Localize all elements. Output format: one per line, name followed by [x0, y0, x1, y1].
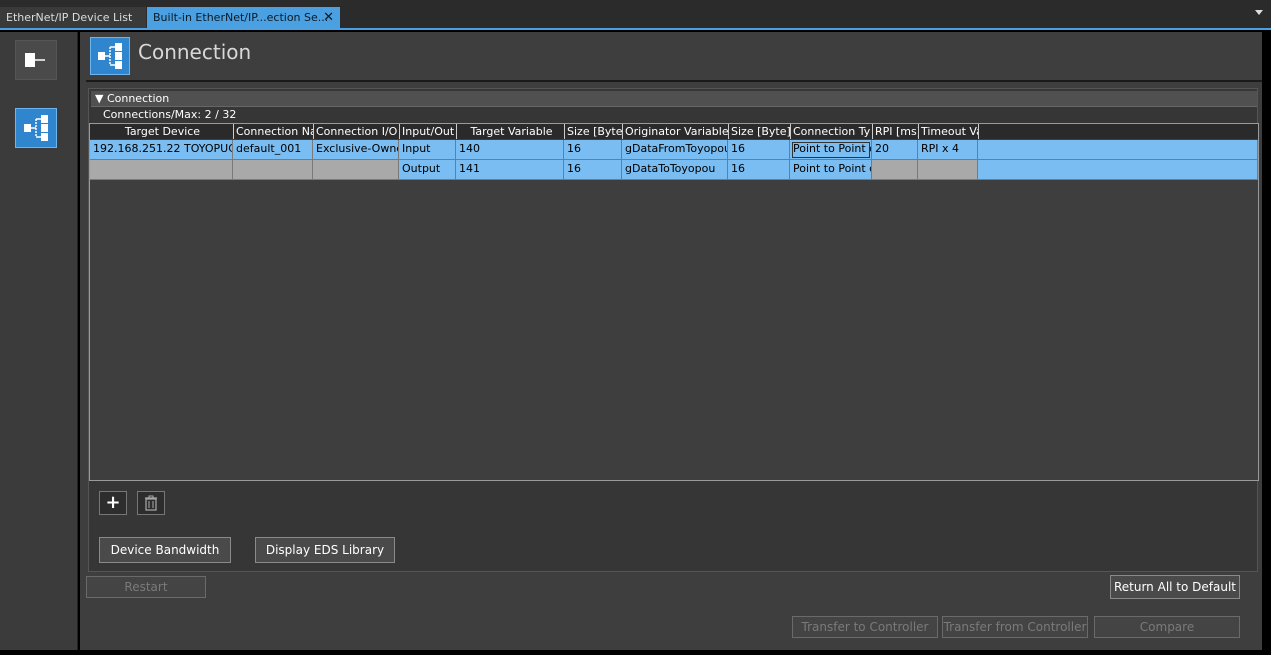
- table-cell[interactable]: 16: [728, 140, 790, 160]
- device-icon: [25, 53, 45, 67]
- tab-label: EtherNet/IP Device List: [6, 11, 133, 24]
- table-cell: [313, 160, 399, 180]
- table-cell[interactable]: 140: [456, 140, 564, 160]
- table-cell[interactable]: Point to Point c: [790, 160, 872, 180]
- column-header[interactable]: Size [Byte]: [728, 124, 790, 139]
- column-header[interactable]: Connection Na: [233, 124, 313, 139]
- add-connection-button[interactable]: +: [99, 491, 127, 515]
- table-cell[interactable]: 20: [872, 140, 918, 160]
- header-divider: [86, 80, 1262, 82]
- column-header[interactable]: Input/Out: [399, 124, 456, 139]
- return-all-to-default-button[interactable]: Return All to Default: [1110, 575, 1240, 599]
- table-cell[interactable]: default_001: [233, 140, 313, 160]
- table-cell[interactable]: gDataToToyopou: [622, 160, 728, 180]
- transfer-to-controller-button[interactable]: Transfer to Controller: [792, 616, 938, 638]
- connection-icon: [24, 115, 48, 141]
- connection-table: Target Device Connection Na Connection I…: [89, 123, 1259, 481]
- column-header[interactable]: Size [Byte]: [564, 124, 622, 139]
- table-cell[interactable]: Output: [399, 160, 456, 180]
- device-bandwidth-button[interactable]: Device Bandwidth: [99, 537, 231, 563]
- table-cell[interactable]: 141: [456, 160, 564, 180]
- column-header[interactable]: Originator Variable: [622, 124, 728, 139]
- tab-ethernet-device-list[interactable]: EtherNet/IP Device List: [0, 7, 146, 28]
- column-header-spacer: [978, 124, 1256, 139]
- connection-count: Connections/Max: 2 / 32: [103, 108, 237, 121]
- restart-button[interactable]: Restart: [86, 576, 206, 598]
- tab-bar: EtherNet/IP Device List Built-in EtherNe…: [0, 0, 1271, 30]
- table-cell[interactable]: Input: [399, 140, 456, 160]
- connection-section: ▼ Connection Connections/Max: 2 / 32 Tar…: [88, 88, 1259, 572]
- section-toggle[interactable]: ▼ Connection: [91, 91, 1257, 107]
- column-header[interactable]: Target Device: [90, 124, 233, 139]
- column-header[interactable]: Timeout Va: [918, 124, 978, 139]
- table-header: Target Device Connection Na Connection I…: [90, 124, 1258, 139]
- table-cell-filler: [978, 140, 1258, 160]
- compare-button[interactable]: Compare: [1094, 616, 1240, 638]
- connection-view-button[interactable]: [15, 108, 57, 148]
- table-cell[interactable]: 192.168.251.22 TOYOPUC-N: [90, 140, 233, 160]
- connection-header-icon: [90, 37, 130, 75]
- table-cell[interactable]: gDataFromToyopou: [622, 140, 728, 160]
- column-header[interactable]: Connection Ty: [790, 124, 872, 139]
- column-header[interactable]: RPI [ms]: [872, 124, 918, 139]
- tab-connection-settings[interactable]: Built-in EtherNet/IP...ection Se... ✕: [147, 7, 340, 28]
- trash-icon: [145, 495, 157, 511]
- plus-icon: +: [105, 492, 121, 513]
- page-title: Connection: [138, 40, 252, 64]
- table-cell: [872, 160, 918, 180]
- table-cell[interactable]: 16: [728, 160, 790, 180]
- close-icon[interactable]: ✕: [323, 7, 334, 28]
- column-header[interactable]: Connection I/O: [313, 124, 399, 139]
- table-cell: [90, 160, 233, 180]
- main-panel: Connection ▼ Connection Connections/Max:…: [80, 32, 1262, 650]
- tab-label: Built-in EtherNet/IP...ection Se...: [153, 11, 329, 24]
- table-cell[interactable]: 16: [564, 160, 622, 180]
- delete-connection-button[interactable]: [137, 491, 165, 515]
- table-row[interactable]: 192.168.251.22 TOYOPUC-N default_001 Exc…: [90, 140, 1258, 160]
- transfer-from-controller-button[interactable]: Transfer from Controller: [942, 616, 1088, 638]
- display-eds-library-button[interactable]: Display EDS Library: [255, 537, 395, 563]
- table-cell: [233, 160, 313, 180]
- device-view-button[interactable]: [15, 40, 57, 80]
- column-header[interactable]: Target Variable: [456, 124, 564, 139]
- left-rail: [0, 32, 78, 650]
- table-cell-filler: [978, 160, 1258, 180]
- table-row[interactable]: Output 141 16 gDataToToyopou 16 Point to…: [90, 160, 1258, 180]
- table-cell: [918, 160, 978, 180]
- table-cell[interactable]: 16: [564, 140, 622, 160]
- table-cell[interactable]: Exclusive-Owner: [313, 140, 399, 160]
- table-cell[interactable]: RPI x 4: [918, 140, 978, 160]
- tab-overflow-icon[interactable]: [1255, 10, 1263, 15]
- table-cell[interactable]: Point to Point c: [790, 140, 872, 160]
- connection-icon: [98, 43, 122, 69]
